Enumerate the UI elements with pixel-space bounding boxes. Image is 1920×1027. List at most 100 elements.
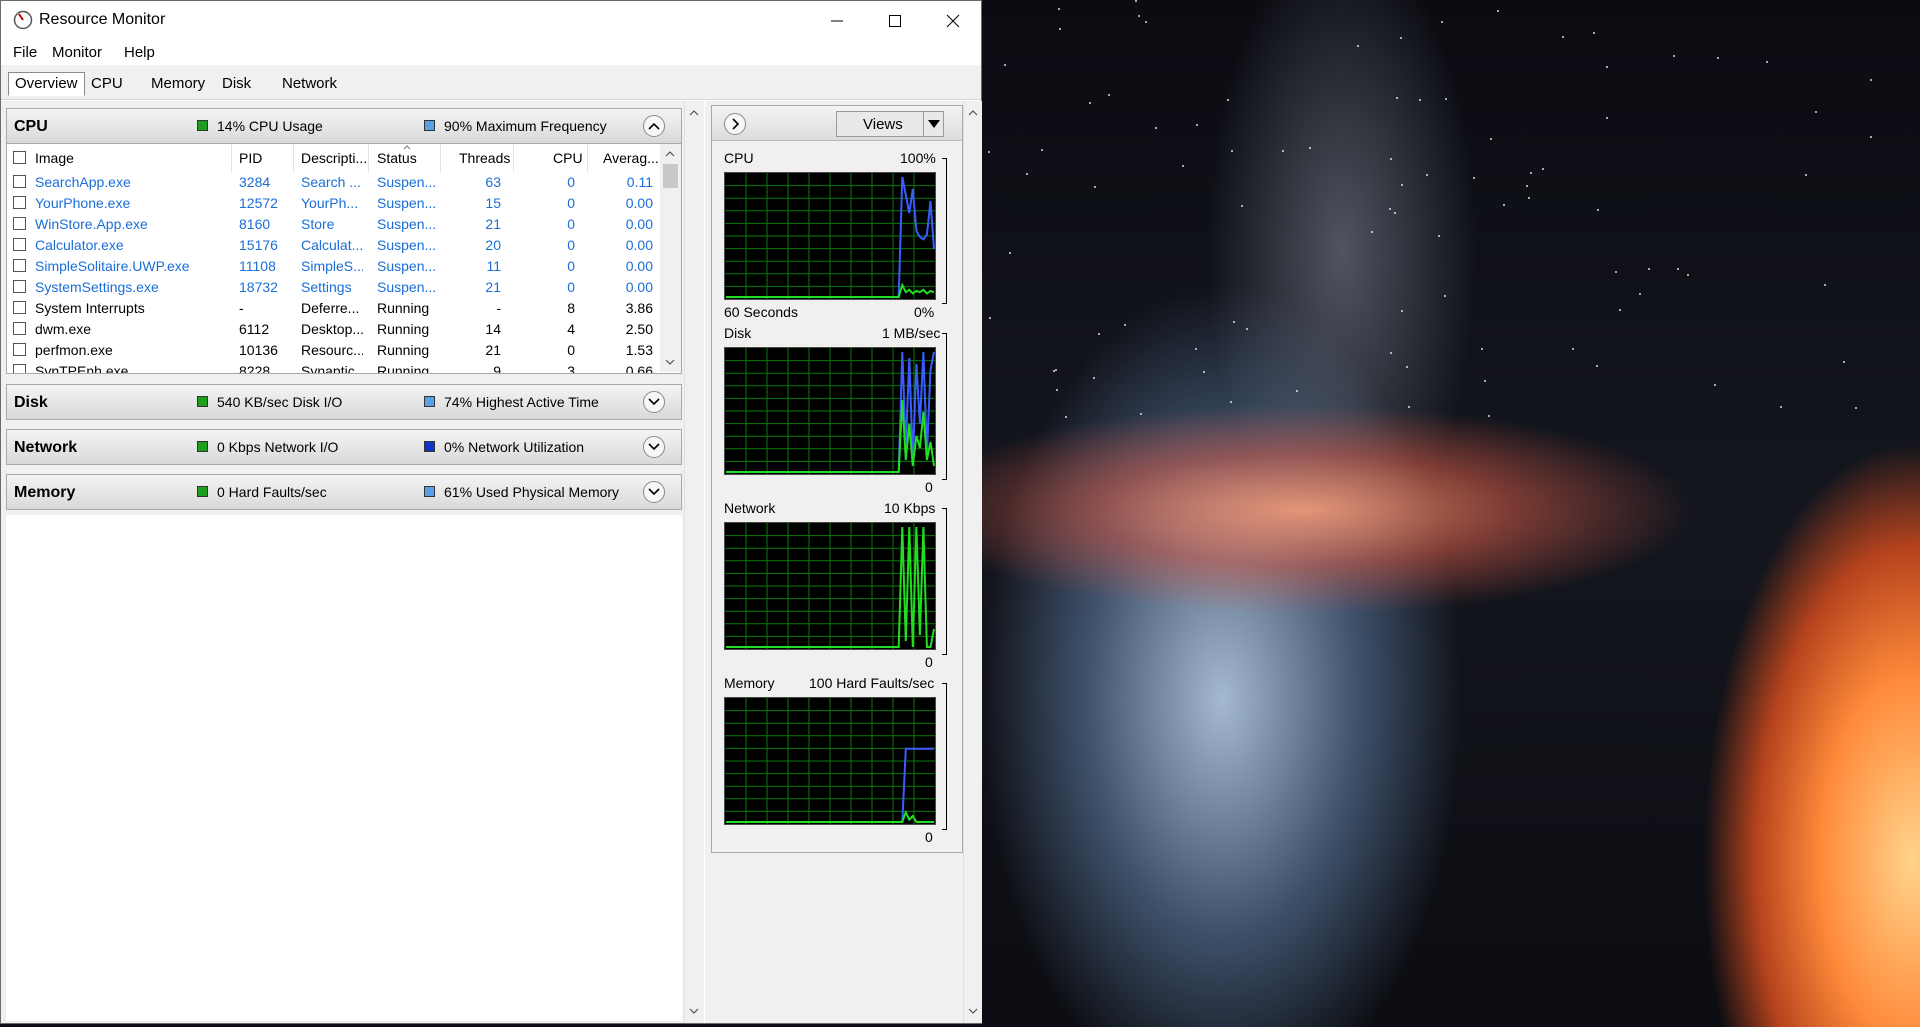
row-checkbox[interactable]: [13, 217, 26, 230]
cpu-collapse-button[interactable]: [643, 115, 665, 137]
cell-cpu: 4: [567, 321, 575, 337]
star: [1227, 99, 1229, 101]
scroll-down-arrow[interactable]: [685, 1003, 703, 1019]
tab-network[interactable]: Network: [276, 73, 343, 95]
star: [1406, 366, 1408, 368]
table-scrollbar[interactable]: [660, 144, 681, 372]
table-row[interactable]: Calculator.exe 15176 Calculat... Suspen... 2…: [7, 235, 659, 256]
scroll-down-arrow[interactable]: [661, 354, 679, 370]
left-pane-scrollbar[interactable]: [684, 101, 704, 1023]
cell-desc: YourPh...: [301, 195, 359, 211]
table-row[interactable]: SimpleSolitaire.UWP.exe 11108 SimpleS... Su…: [7, 256, 659, 277]
star: [1059, 28, 1061, 30]
column-header-image[interactable]: Image: [35, 150, 74, 166]
disk-expand-button[interactable]: [643, 391, 665, 413]
graphs-panel: Views CPU 100% 60 Seconds 0% Disk 1 MB/s…: [711, 105, 963, 853]
cell-cpu: 0: [567, 258, 575, 274]
cell-threads: 11: [486, 258, 501, 274]
column-header-cpu[interactable]: CPU: [553, 150, 583, 166]
views-dropdown[interactable]: Views: [836, 111, 944, 137]
scroll-up-arrow[interactable]: [685, 105, 703, 121]
star: [1138, 15, 1140, 17]
scroll-up-arrow[interactable]: [661, 146, 679, 162]
star: [1528, 197, 1530, 199]
star: [1780, 406, 1782, 408]
network-expand-button[interactable]: [643, 436, 665, 458]
column-header-pid[interactable]: PID: [239, 150, 262, 166]
tab-disk[interactable]: Disk: [216, 73, 257, 95]
table-row[interactable]: perfmon.exe 10136 Resourc... Running 21 0 1.53: [7, 340, 659, 361]
cpu-section-header[interactable]: CPU 14% CPU Usage 90% Maximum Frequency: [6, 108, 682, 144]
star: [1593, 32, 1595, 34]
star: [1145, 21, 1147, 23]
select-all-checkbox[interactable]: [13, 151, 26, 164]
table-row[interactable]: SystemSettings.exe 18732 Settings Suspen...…: [7, 277, 659, 298]
cpu-process-table: Image PID Descripti... Status Threads CP…: [6, 144, 682, 374]
disk-active-time-legend-swatch: [424, 396, 435, 407]
cell-image: WinStore.App.exe: [35, 216, 148, 232]
disk-graph-max: 1 MB/sec: [882, 325, 941, 341]
hard-faults-stat: 0 Hard Faults/sec: [217, 484, 327, 500]
star: [1619, 309, 1621, 311]
collapse-graphs-button[interactable]: [724, 113, 746, 135]
minimize-icon: [831, 20, 843, 22]
maximize-button[interactable]: [866, 1, 924, 41]
cell-cpu: 0: [567, 195, 575, 211]
tab-memory[interactable]: Memory: [145, 73, 211, 95]
views-dropdown-arrow[interactable]: [923, 112, 944, 136]
table-row[interactable]: WinStore.App.exe 8160 Store Suspen... 21 0 0.0…: [7, 214, 659, 235]
row-checkbox[interactable]: [13, 322, 26, 335]
star: [1441, 21, 1443, 23]
row-checkbox[interactable]: [13, 238, 26, 251]
row-checkbox[interactable]: [13, 175, 26, 188]
graphs-pane-scrollbar[interactable]: [963, 101, 982, 1023]
graph-bracket: [942, 158, 947, 304]
menu-monitor[interactable]: Monitor: [52, 44, 102, 61]
star: [1401, 310, 1403, 312]
row-checkbox[interactable]: [13, 280, 26, 293]
menu-help[interactable]: Help: [124, 44, 155, 61]
tab-cpu[interactable]: CPU: [85, 73, 129, 95]
column-header-status[interactable]: Status: [377, 150, 417, 166]
row-checkbox[interactable]: [13, 301, 26, 314]
table-row[interactable]: YourPhone.exe 12572 YourPh... Suspen... 15 0 0…: [7, 193, 659, 214]
tab-overview[interactable]: Overview: [8, 72, 85, 96]
scroll-thumb[interactable]: [663, 164, 678, 188]
title-bar[interactable]: Resource Monitor: [1, 1, 981, 41]
network-section-header[interactable]: Network 0 Kbps Network I/O 0% Network Ut…: [6, 429, 682, 465]
star: [1065, 416, 1067, 418]
menu-file[interactable]: File: [13, 44, 37, 61]
cell-threads: 9: [493, 363, 501, 374]
chevron-up-icon: [648, 122, 660, 130]
table-row[interactable]: dwm.exe 6112 Desktop... Running 14 4 2.50: [7, 319, 659, 340]
star: [1089, 102, 1091, 104]
column-header-threads[interactable]: Threads: [459, 150, 510, 166]
row-checkbox[interactable]: [13, 343, 26, 356]
star: [1824, 284, 1826, 286]
star: [1562, 36, 1564, 38]
close-button[interactable]: [924, 1, 982, 41]
chevron-down-icon: [648, 443, 660, 451]
row-checkbox[interactable]: [13, 196, 26, 209]
cell-image: SynTPEnh.exe: [35, 363, 129, 374]
disk-io-legend-swatch: [197, 396, 208, 407]
star: [1488, 415, 1490, 417]
cpu-usage-legend-swatch: [197, 120, 208, 131]
memory-section-header[interactable]: Memory 0 Hard Faults/sec 61% Used Physic…: [6, 474, 682, 510]
star: [1058, 8, 1060, 10]
row-checkbox[interactable]: [13, 364, 26, 373]
minimize-button[interactable]: [808, 1, 866, 41]
star: [1606, 66, 1608, 68]
column-header-description[interactable]: Descripti...: [301, 150, 367, 166]
table-row[interactable]: SynTPEnh.exe 8228 Synaptic... Running 9 3 0.66: [7, 361, 659, 374]
table-row[interactable]: SearchApp.exe 3284 Search ... Suspen... 63 0 0…: [7, 172, 659, 193]
disk-section-header[interactable]: Disk 540 KB/sec Disk I/O 74% Highest Act…: [6, 384, 682, 420]
star: [1484, 380, 1486, 382]
row-checkbox[interactable]: [13, 259, 26, 272]
cell-status: Running: [377, 342, 430, 358]
memory-expand-button[interactable]: [643, 481, 665, 503]
scroll-up-arrow[interactable]: [964, 105, 982, 121]
column-header-average-cpu[interactable]: Averag...: [603, 150, 659, 166]
scroll-down-arrow[interactable]: [964, 1003, 982, 1019]
table-row[interactable]: System Interrupts - Deferre... Running - 8 3.8…: [7, 298, 659, 319]
